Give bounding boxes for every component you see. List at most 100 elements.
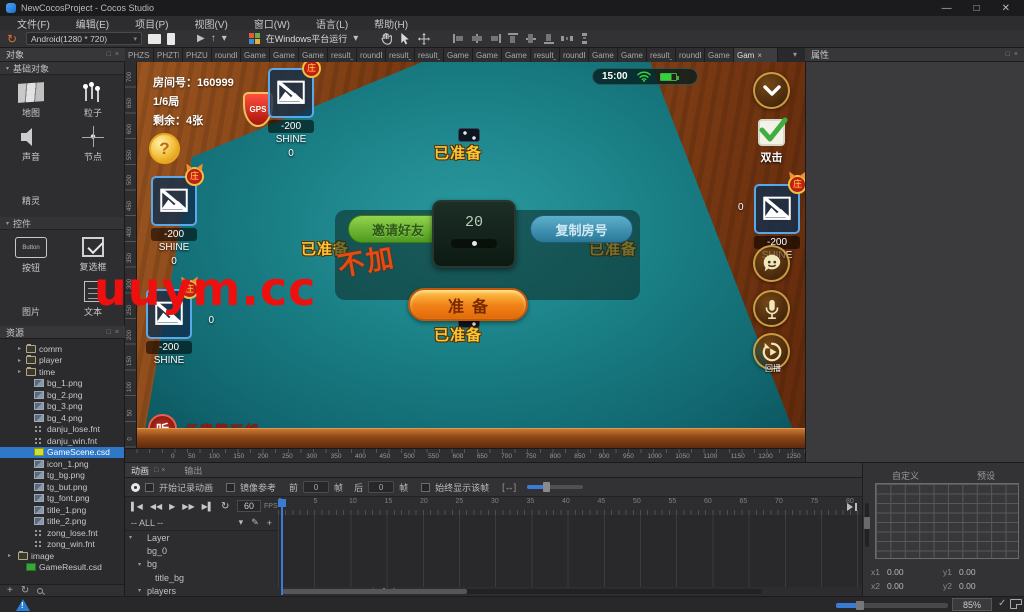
hand-tool-icon[interactable] [380,32,393,45]
object-palette-item[interactable]: 声音 [0,123,62,167]
float-panel-icon[interactable]: □ [107,329,111,336]
resource-tree-item[interactable]: ▸ time [0,366,124,378]
add-animation-button[interactable]: + [267,518,272,528]
transport-button[interactable]: ▶▶ [182,502,194,511]
player-avatar[interactable]: 庄 [151,176,197,226]
close-panel-icon[interactable]: × [161,467,165,474]
player-seat-left[interactable]: 庄 -200 SHINE 0 [151,176,197,268]
document-tab[interactable]: roundE [560,48,589,62]
document-tab[interactable]: result_e [386,48,415,62]
document-tab[interactable]: result_e [415,48,444,62]
close-panel-icon[interactable]: × [115,329,119,336]
expand-arrow-icon[interactable]: ▸ [8,552,11,559]
always-show-checkbox[interactable] [421,483,430,492]
mirror-checkbox[interactable] [226,483,235,492]
player-avatar[interactable]: 庄 [754,184,800,234]
play-button[interactable]: ▶ [197,33,205,44]
document-tab[interactable]: Gam × [734,48,778,62]
object-palette-item[interactable]: 节点 [62,123,124,167]
publish-caret-icon[interactable]: ▾ [222,33,227,44]
float-panel-icon[interactable]: □ [154,467,158,474]
scene-canvas[interactable]: 房间号：160999 1/6局 剩余：4张 GPS ? 庄 -200 SHINE… [137,62,805,448]
expand-arrow-icon[interactable]: ▸ [18,345,21,352]
resource-tree-item[interactable]: title_2.png [0,516,124,528]
tab-overflow-icon[interactable]: ▾ [793,50,797,59]
document-tab[interactable]: result_e [647,48,676,62]
document-tab[interactable]: GameR [473,48,502,62]
distribute-vertical-icon[interactable] [579,33,591,44]
add-resource-button[interactable]: + [7,585,13,596]
minimize-button[interactable]: — [942,3,952,14]
player-avatar[interactable]: 庄 [268,68,314,118]
x2-value[interactable]: 0.00 [887,581,943,591]
resource-tree-item[interactable]: zong_lose.fnt [0,527,124,539]
timeline-scrollbar[interactable] [282,589,762,594]
transport-button[interactable]: ◀◀ [150,502,162,511]
help-coin-button[interactable]: ? [149,133,180,164]
refresh-resources-button[interactable]: ↻ [21,585,29,596]
record-checkbox[interactable] [145,483,154,492]
landscape-icon[interactable] [148,34,161,44]
object-palette-item[interactable]: 地图 [0,79,62,123]
resource-tree-item[interactable]: bg_4.png [0,412,124,424]
y2-value[interactable]: 0.00 [959,581,1015,591]
align-top-icon[interactable] [507,33,519,44]
fps-input[interactable]: 60 [237,500,261,512]
resource-tree-item[interactable]: ▸ image [0,550,124,562]
document-tab[interactable]: GameR [270,48,299,62]
document-tab[interactable]: GameS [299,48,328,62]
section-controls[interactable]: ▾ 控件 [0,217,124,230]
align-left-icon[interactable] [453,33,465,44]
resource-tree-item[interactable]: tg_but.png [0,481,124,493]
document-tab[interactable]: GameR [589,48,618,62]
object-palette-item[interactable]: 精灵 [0,167,62,211]
counter-slider[interactable] [451,239,497,248]
maximize-button[interactable]: □ [974,3,980,14]
x1-value[interactable]: 0.00 [887,567,943,577]
run-caret-icon[interactable]: ▾ [353,33,358,44]
frames-before-input[interactable]: 0 [303,481,329,493]
document-tab[interactable]: PHZTP [154,48,183,62]
transport-button[interactable]: ▌◀ [131,502,143,511]
publish-button[interactable]: ↑ [211,33,216,44]
menu-item[interactable]: 语言(L) [303,16,361,31]
copy-room-number-button[interactable]: 复制房号 [530,215,633,243]
menu-item[interactable]: 项目(P) [122,16,181,31]
resource-tree-item[interactable]: title_1.png [0,504,124,516]
document-tab[interactable]: result_e [531,48,560,62]
align-bottom-icon[interactable] [543,33,555,44]
emoji-chat-button[interactable] [753,245,790,282]
menu-item[interactable]: 帮助(H) [361,16,421,31]
document-tab[interactable]: roundE [357,48,386,62]
transport-button[interactable]: ▶▌ [202,502,214,511]
record-icon[interactable] [131,483,140,492]
search-icon[interactable] [37,588,43,594]
document-tab[interactable]: roundE [676,48,705,62]
document-tab[interactable]: GameR [444,48,473,62]
move-tool-icon[interactable] [417,32,431,46]
resource-tree-item[interactable]: zong_win.fnt [0,539,124,551]
select-tool-icon[interactable] [399,32,411,45]
microphone-button[interactable] [753,290,790,327]
tab-custom[interactable]: 自定义 [892,469,919,482]
resource-tree-item[interactable]: danju_lose.fnt [0,424,124,436]
expand-panel-icon[interactable] [846,501,858,513]
resource-tree-item[interactable]: GameResult.csd [0,562,124,574]
resource-tree-item[interactable]: GameScene.csd [0,447,124,459]
resource-tree-item[interactable]: bg_2.png [0,389,124,401]
document-tab[interactable]: roundE [212,48,241,62]
resource-tree-item[interactable]: icon_1.png [0,458,124,470]
y1-value[interactable]: 0.00 [959,567,1015,577]
close-panel-icon[interactable]: × [115,51,119,58]
collapse-button[interactable] [753,72,790,109]
zoom-slider[interactable] [836,603,948,608]
document-tab[interactable]: PHZUp [183,48,212,62]
object-palette-item[interactable]: Button 按钮 [0,234,62,278]
tab-preset[interactable]: 预设 [977,469,995,482]
timeline-ruler[interactable]: 05101520253035404550556065707580 [278,497,862,515]
expand-arrow-icon[interactable]: ▾ [138,561,141,568]
document-tab[interactable]: result_e [328,48,357,62]
resource-tree-item[interactable]: ▸ comm [0,343,124,355]
align-right-icon[interactable] [489,33,501,44]
resource-tree-item[interactable]: bg_1.png [0,378,124,390]
